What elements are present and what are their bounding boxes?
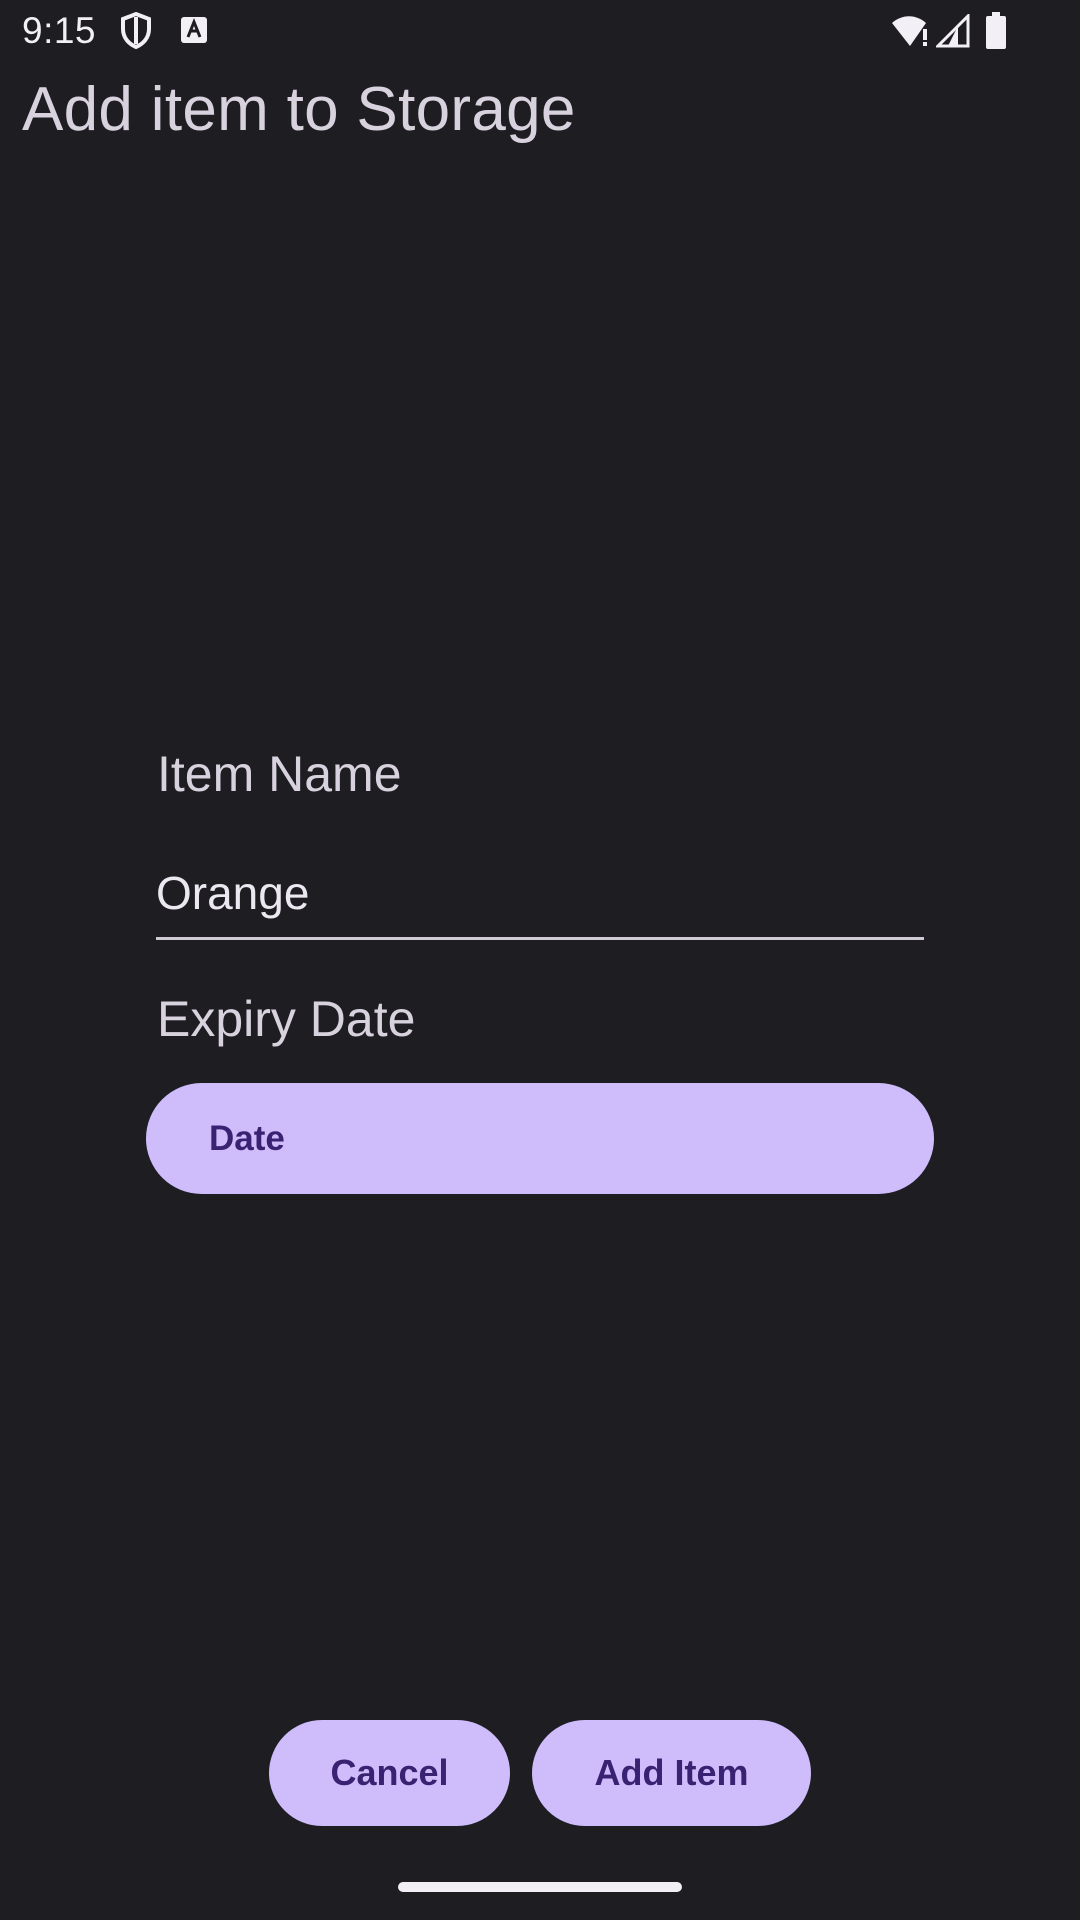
cancel-button-label: Cancel — [330, 1752, 449, 1793]
cancel-button[interactable]: Cancel — [269, 1720, 510, 1826]
add-item-screen: 9:15 Add item to Storage Item Name Orang… — [0, 0, 1080, 1920]
item-name-field[interactable]: Orange — [156, 860, 924, 940]
add-item-button[interactable]: Add Item — [532, 1720, 811, 1826]
expiry-date-label: Expiry Date — [157, 991, 416, 1047]
shield-icon — [120, 11, 152, 55]
add-item-button-label: Add Item — [594, 1752, 749, 1793]
status-time: 9:15 — [22, 10, 97, 51]
cell-signal-icon — [934, 12, 970, 53]
date-picker-button[interactable]: Date — [146, 1083, 934, 1194]
item-name-label: Item Name — [157, 746, 402, 802]
item-name-value: Orange — [156, 867, 310, 919]
battery-icon — [985, 12, 1007, 55]
text-a-icon — [180, 16, 208, 49]
page-title: Add item to Storage — [22, 75, 576, 144]
wifi-alert-icon — [890, 14, 930, 53]
status-bar: 9:15 — [0, 0, 1080, 62]
date-button-label: Date — [209, 1118, 285, 1158]
home-gesture-handle[interactable] — [398, 1882, 682, 1892]
